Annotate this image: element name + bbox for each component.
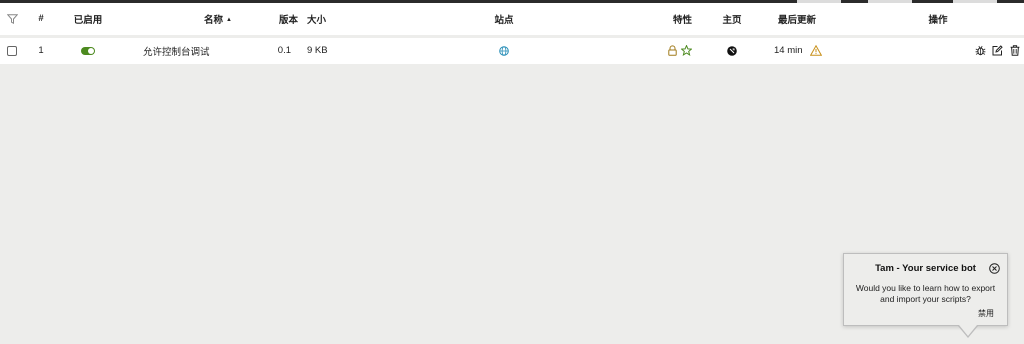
updated-cell: 14 min bbox=[772, 36, 852, 64]
service-bot-bubble: Tam - Your service bot Would you like to… bbox=[843, 253, 1008, 338]
star-icon bbox=[681, 45, 692, 57]
script-name[interactable]: 允许控制台调试 bbox=[118, 36, 236, 64]
col-name-header[interactable]: 名称 ▲ bbox=[118, 3, 236, 38]
actions-cell bbox=[852, 36, 1024, 64]
col-homepage-header[interactable]: 主页 bbox=[692, 3, 772, 38]
homepage-cell bbox=[692, 36, 772, 64]
enabled-toggle[interactable] bbox=[81, 46, 95, 55]
table-row[interactable]: 1 允许控制台调试 0.1 9 KB 14 min bbox=[0, 36, 1024, 64]
bot-title: Tam - Your service bot bbox=[875, 263, 976, 274]
row-index: 1 bbox=[38, 45, 44, 57]
bot-message: Would you like to learn how to export an… bbox=[855, 283, 996, 304]
row-select-checkbox[interactable] bbox=[7, 45, 17, 56]
col-enabled-header[interactable]: 已启用 bbox=[58, 3, 118, 38]
col-updated-header[interactable]: 最后更新 bbox=[772, 3, 852, 38]
col-sites-header[interactable]: 站点 bbox=[359, 3, 649, 38]
bug-icon[interactable] bbox=[975, 45, 986, 56]
scripts-table: # 已启用 名称 ▲ 版本 大小 站点 特性 主页 最后更新 操作 1 允许控制台… bbox=[0, 3, 1024, 64]
row-select-cell bbox=[0, 36, 24, 64]
edit-icon[interactable] bbox=[992, 45, 1004, 56]
enabled-cell bbox=[58, 36, 118, 64]
globe-icon[interactable] bbox=[499, 45, 509, 56]
trash-icon[interactable] bbox=[1010, 45, 1020, 56]
homepage-icon[interactable] bbox=[727, 45, 737, 56]
dismiss-button[interactable]: 禁用 bbox=[978, 308, 994, 319]
col-actions-header[interactable]: 操作 bbox=[852, 3, 1024, 38]
bubble-tail bbox=[958, 325, 978, 338]
features-cell bbox=[649, 36, 692, 64]
script-version: 0.1 bbox=[277, 45, 291, 57]
script-size: 9 KB bbox=[307, 45, 328, 57]
col-size-header[interactable]: 大小 bbox=[299, 3, 359, 38]
col-name-label: 名称 bbox=[204, 14, 224, 26]
sites-cell bbox=[359, 36, 649, 64]
close-icon[interactable] bbox=[989, 261, 1000, 274]
warning-icon[interactable] bbox=[810, 45, 823, 56]
filter-header[interactable] bbox=[0, 3, 24, 38]
table-header: # 已启用 名称 ▲ 版本 大小 站点 特性 主页 最后更新 操作 bbox=[0, 3, 1024, 38]
last-updated-time: 14 min bbox=[774, 45, 803, 57]
col-features-header[interactable]: 特性 bbox=[649, 3, 692, 38]
lock-icon bbox=[667, 45, 678, 56]
col-version-header[interactable]: 版本 bbox=[236, 3, 299, 38]
filter-icon[interactable] bbox=[6, 14, 18, 24]
col-number-header[interactable]: # bbox=[24, 3, 58, 38]
sort-asc-icon: ▲ bbox=[226, 17, 232, 24]
